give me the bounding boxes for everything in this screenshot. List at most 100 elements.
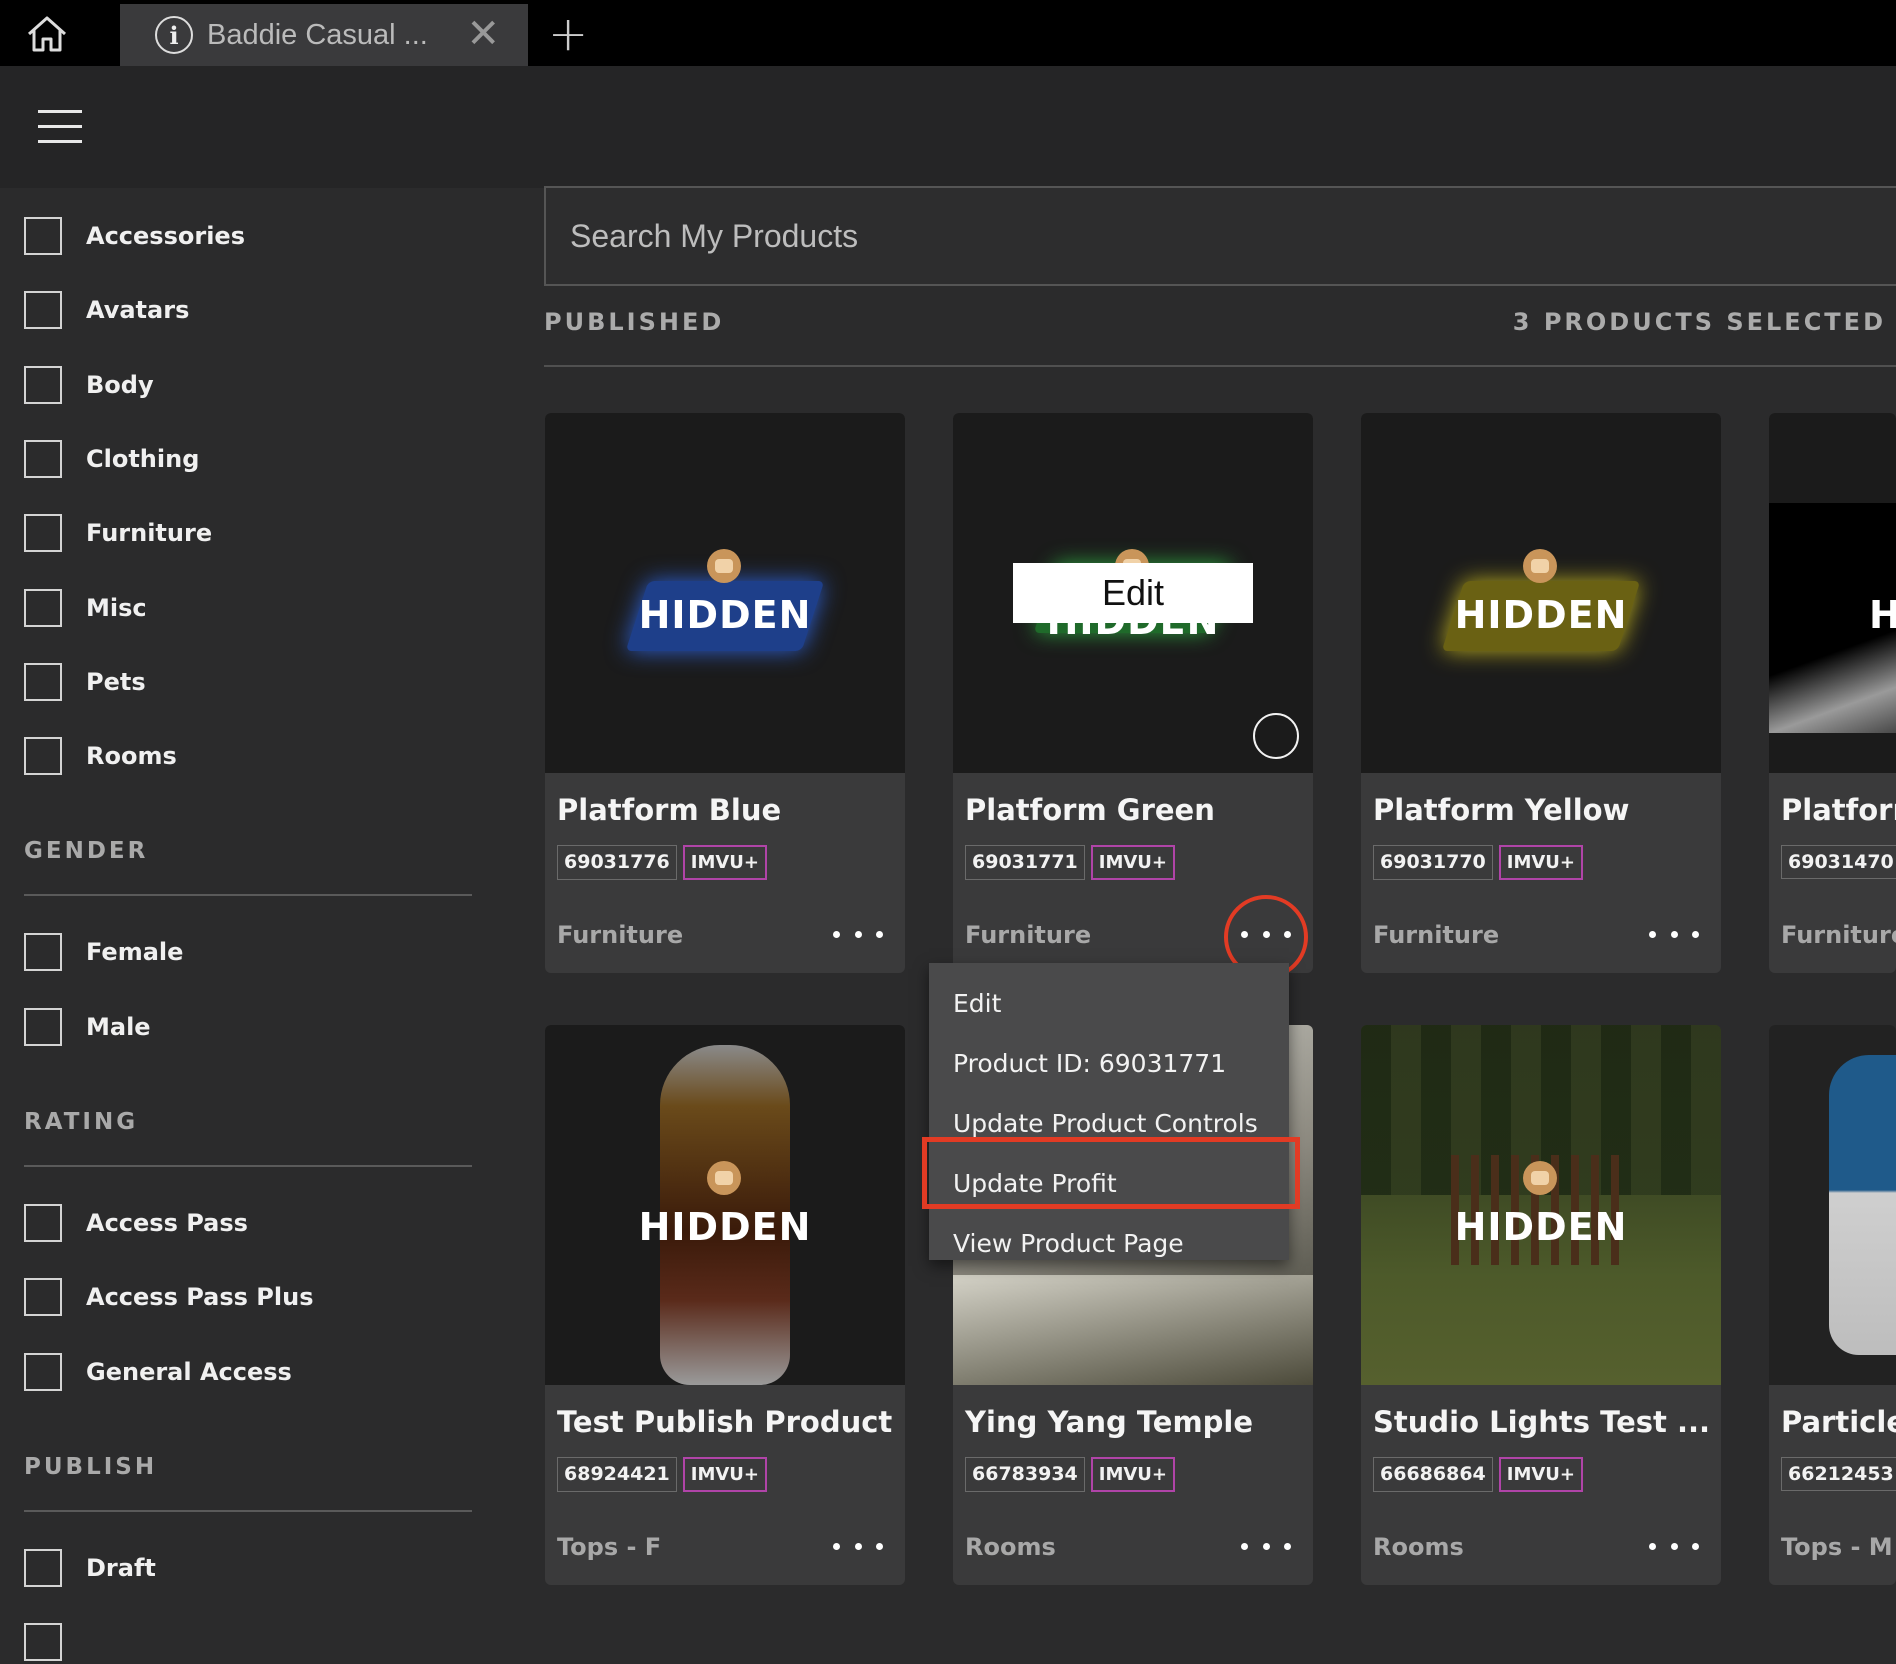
product-thumbnail[interactable]: HIDDEN [545, 413, 905, 773]
more-options-icon[interactable] [833, 1531, 883, 1561]
menu-item-product-id[interactable]: Product ID: 69031771 [953, 1049, 1226, 1078]
filter-draft[interactable]: Draft [24, 1546, 156, 1590]
filter-label: Access Pass [86, 1209, 248, 1237]
checkbox[interactable] [24, 1278, 62, 1316]
info-icon[interactable]: i [155, 16, 193, 54]
edit-overlay-button[interactable]: Edit [1013, 563, 1253, 623]
monkey-icon [1523, 549, 1557, 583]
menu-item-edit[interactable]: Edit [953, 989, 1001, 1018]
product-title[interactable]: Ying Yang Temple [965, 1405, 1253, 1439]
search-box[interactable] [544, 186, 1896, 286]
hidden-label: HIDDEN [1869, 593, 1896, 637]
product-thumbnail[interactable] [1769, 1025, 1896, 1385]
filter-female[interactable]: Female [24, 930, 183, 974]
close-icon[interactable]: ✕ [466, 14, 500, 54]
monkey-icon [707, 549, 741, 583]
monkey-icon [707, 1161, 741, 1195]
hamburger-menu-icon[interactable] [38, 110, 82, 144]
rating-heading: RATING [24, 1109, 139, 1135]
more-options-icon[interactable] [833, 919, 883, 949]
highlight-box [922, 1137, 1300, 1209]
filter-furniture[interactable]: Furniture [24, 511, 212, 555]
product-category: Furniture [1373, 921, 1500, 949]
hidden-label: HIDDEN [1454, 593, 1628, 637]
new-tab-button[interactable]: + [548, 6, 588, 62]
checkbox[interactable] [24, 933, 62, 971]
checkbox[interactable] [24, 514, 62, 552]
product-title[interactable]: Platforn [1781, 793, 1896, 827]
home-icon [28, 16, 66, 52]
product-title[interactable]: Test Publish Product [557, 1405, 892, 1439]
filter-next[interactable] [24, 1620, 62, 1664]
filter-label: Female [86, 938, 184, 966]
product-title[interactable]: Studio Lights Test ... [1373, 1405, 1710, 1439]
product-thumbnail[interactable]: HIDDEN [1361, 1025, 1721, 1385]
filter-clothing[interactable]: Clothing [24, 437, 199, 481]
monkey-icon [1523, 1161, 1557, 1195]
search-input[interactable] [570, 188, 1770, 284]
more-options-icon[interactable] [1241, 1531, 1291, 1561]
product-thumbnail[interactable]: HIDDEN [545, 1025, 905, 1385]
filter-access-pass-plus[interactable]: Access Pass Plus [24, 1275, 313, 1319]
hidden-label: HIDDEN [1454, 1205, 1628, 1249]
checkbox[interactable] [24, 440, 62, 478]
filter-misc[interactable]: Misc [24, 586, 147, 630]
filter-rooms[interactable]: Rooms [24, 734, 177, 778]
more-options-icon[interactable] [1649, 1531, 1699, 1561]
product-title[interactable]: Platform Green [965, 793, 1215, 827]
publish-heading: PUBLISH [24, 1454, 158, 1480]
checkbox[interactable] [24, 589, 62, 627]
imvu-plus-badge: IMVU+ [1090, 1457, 1176, 1492]
home-button[interactable] [18, 10, 76, 58]
product-card[interactable]: HIDDEN Platform Yellow 69031770 IMVU+ Fur… [1361, 413, 1721, 973]
product-title[interactable]: Platform Blue [557, 793, 781, 827]
filter-pets[interactable]: Pets [24, 660, 146, 704]
filter-general-access[interactable]: General Access [24, 1350, 292, 1394]
product-thumbnail[interactable]: HIDDEN Edit [953, 413, 1313, 773]
select-circle[interactable] [1253, 713, 1299, 759]
published-heading: PUBLISHED [544, 308, 725, 336]
divider [544, 365, 1896, 367]
product-card[interactable]: Particle 66212453 Tops - M [1769, 1025, 1896, 1585]
product-title[interactable]: Particle [1781, 1405, 1896, 1439]
product-id-badge: 66212453 [1781, 1457, 1896, 1491]
product-category: Furniture [965, 921, 1092, 949]
product-thumbnail[interactable]: HIDDEN [1361, 413, 1721, 773]
product-category: Furniture [557, 921, 684, 949]
product-title[interactable]: Platform Yellow [1373, 793, 1629, 827]
product-id-badge: 69031470 [1781, 845, 1896, 879]
checkbox[interactable] [24, 1623, 62, 1661]
product-card[interactable]: HIDDEN Studio Lights Test ... 66686864 IM… [1361, 1025, 1721, 1585]
more-options-icon[interactable] [1649, 919, 1699, 949]
product-card[interactable]: HIDDEN Platforn 69031470 Furniture [1769, 413, 1896, 973]
product-thumbnail[interactable]: HIDDEN [1769, 413, 1896, 773]
menu-item-view-product-page[interactable]: View Product Page [953, 1229, 1184, 1258]
checkbox[interactable] [24, 291, 62, 329]
product-card[interactable]: HIDDEN Test Publish Product 68924421 IMVU… [545, 1025, 905, 1585]
checkbox[interactable] [24, 366, 62, 404]
product-category: Rooms [965, 1533, 1056, 1561]
checkbox[interactable] [24, 1549, 62, 1587]
imvu-plus-badge: IMVU+ [682, 845, 768, 880]
product-card[interactable]: HIDDEN Edit Platform Green 69031771IMVU+… [953, 413, 1313, 973]
filter-accessories[interactable]: Accessories [24, 214, 245, 258]
menu-item-update-product-controls[interactable]: Update Product Controls [953, 1109, 1258, 1138]
filter-access-pass[interactable]: Access Pass [24, 1201, 248, 1245]
checkbox[interactable] [24, 1204, 62, 1242]
product-category: Tops - F [557, 1533, 662, 1561]
tab-baddie-casual[interactable]: i Baddie Casual ... ✕ [120, 4, 528, 66]
checkbox[interactable] [24, 1353, 62, 1391]
checkbox[interactable] [24, 1008, 62, 1046]
filter-male[interactable]: Male [24, 1005, 151, 1049]
hidden-label: HIDDEN [638, 593, 812, 637]
product-card[interactable]: HIDDEN Platform Blue 69031776 IMVU+ Furni… [545, 413, 905, 973]
product-id-badge: 68924421 [557, 1457, 677, 1492]
checkbox[interactable] [24, 663, 62, 701]
filter-avatars[interactable]: Avatars [24, 288, 189, 332]
tab-bar: i Baddie Casual ... ✕ + [0, 0, 1896, 66]
checkbox[interactable] [24, 737, 62, 775]
checkbox[interactable] [24, 217, 62, 255]
filter-label: Furniture [86, 519, 213, 547]
imvu-plus-badge: IMVU+ [1090, 845, 1176, 880]
filter-body[interactable]: Body [24, 363, 154, 407]
